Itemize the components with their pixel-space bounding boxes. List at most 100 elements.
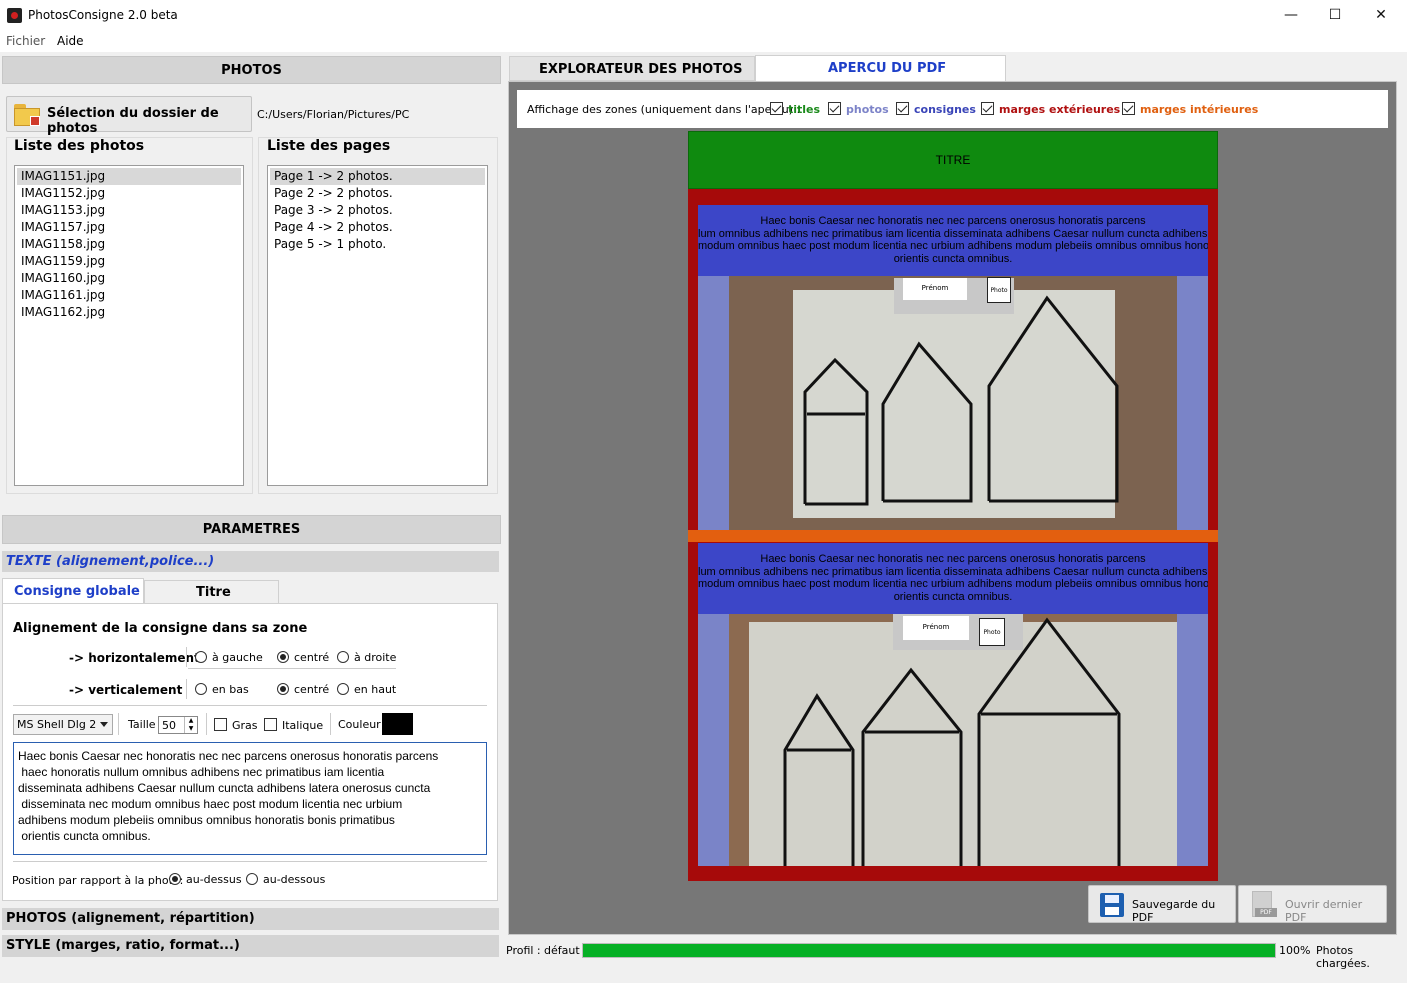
maximize-button[interactable]: ☐ [1312,0,1358,31]
parametres-header: PARAMETRES [2,515,501,544]
open-last-pdf-button[interactable]: PDF Ouvrir dernier PDF [1238,885,1387,924]
name-card: Prénom [903,278,967,300]
font-select-value: MS Shell Dlg 2 [17,718,97,731]
vertical-label: -> verticalement [69,683,183,697]
houses-drawing [803,295,1119,506]
save-pdf-button[interactable]: Sauvegarde du PDF [1088,885,1236,924]
zone-outer-margins-checkbox[interactable]: marges extérieures [981,102,1120,116]
text-line: disseminata nec modum omnibus haec post … [18,797,403,811]
select-folder-label: Sélection du dossier de photos [47,106,219,136]
divider [13,705,487,706]
radio-h-left[interactable]: à gauche [195,651,263,664]
progress-fill [583,944,1275,957]
floppy-disk-icon [1100,893,1124,917]
minimize-button[interactable]: — [1268,0,1314,31]
consigne-zone: Haec bonis Caesar nec honoratis nec nec … [698,543,1208,614]
alignment-title: Alignement de la consigne dans sa zone [13,621,308,636]
photo-card: Photo [987,277,1011,303]
preview-photo-1: Prénom Photo [729,276,1177,530]
text-line: Haec bonis Caesar nec honoratis nec nec … [18,749,439,763]
font-select[interactable]: MS Shell Dlg 2 [13,714,113,735]
list-item[interactable]: IMAG1161.jpg [17,287,241,304]
tab-pdf-preview[interactable]: APERCU DU PDF [755,55,1006,82]
color-label: Couleur [338,718,381,731]
zones-label: Affichage des zones (uniquement dans l'a… [527,103,801,116]
menu-aide[interactable]: Aide [57,34,84,48]
chevron-down-icon [100,722,108,727]
window-title: PhotosConsigne 2.0 beta [28,8,178,22]
color-swatch-button[interactable] [382,713,413,735]
consigne-text-input[interactable]: Haec bonis Caesar nec honoratis nec nec … [13,742,487,855]
progress-text: 100% [1279,944,1311,957]
horizontal-label: -> horizontalement [69,651,200,665]
list-item[interactable]: IMAG1157.jpg [17,219,241,236]
zone-inner-margins-checkbox[interactable]: marges intérieures [1122,102,1258,116]
list-item[interactable]: Page 4 -> 2 photos. [270,219,485,236]
consigne-line: lum omnibus adhibens nec primatibus iam … [698,565,1208,578]
radio-h-right[interactable]: à droite [337,651,396,664]
radio-v-top[interactable]: en haut [337,683,396,696]
status-text: Photos chargées. [1316,944,1370,970]
inner-margin-zone [688,530,1218,542]
open-last-pdf-label: Ouvrir dernier PDF [1285,898,1363,924]
list-item[interactable]: Page 5 -> 1 photo. [270,236,485,253]
italic-checkbox[interactable]: Italique [264,718,323,732]
tab-label: Titre [196,585,231,600]
text-line: orientis cuncta omnibus. [18,829,151,843]
consigne-line: modum omnibus haec post modum licentia n… [698,240,1208,253]
list-item[interactable]: IMAG1151.jpg [17,168,241,185]
radio-above[interactable]: au-dessus [169,873,242,886]
consigne-line: Haec bonis Caesar nec honoratis nec nec … [760,215,1146,227]
menu-fichier[interactable]: Fichier [6,34,45,48]
text-section-header[interactable]: TEXTE (alignement,police...) [2,551,499,572]
pdf-file-icon: PDF [1252,891,1277,917]
tab-consigne-globale[interactable]: Consigne globale [2,578,144,604]
radio-below[interactable]: au-dessous [246,873,325,886]
radio-v-bottom[interactable]: en bas [195,683,249,696]
list-item[interactable]: IMAG1162.jpg [17,304,241,321]
size-spinbox[interactable]: 50 ▲ ▼ [158,716,198,734]
radio-v-center[interactable]: centré [277,683,329,696]
text-line: disseminata adhibens Caesar nullum cunct… [18,781,431,795]
radio-h-center[interactable]: centré [277,651,329,664]
list-item[interactable]: Page 2 -> 2 photos. [270,185,485,202]
name-card: Prénom [903,616,969,640]
tab-explorer[interactable]: EXPLORATEUR DES PHOTOS [509,56,755,81]
divider [13,861,487,862]
pages-list[interactable]: Page 1 -> 2 photos. Page 2 -> 2 photos. … [267,165,488,486]
divider [186,679,187,699]
photos-section-header[interactable]: PHOTOS (alignement, répartition) [2,908,499,930]
zone-consignes-checkbox[interactable]: consignes [896,102,976,116]
progress-bar [582,943,1276,958]
list-item[interactable]: Page 1 -> 2 photos. [270,168,485,185]
tab-label: APERCU DU PDF [828,61,947,76]
title-bar [0,0,1407,31]
list-item[interactable]: IMAG1153.jpg [17,202,241,219]
photos-section-label: PHOTOS (alignement, répartition) [6,911,255,926]
zone-titles-checkbox[interactable]: titles [770,102,820,116]
list-item[interactable]: IMAG1152.jpg [17,185,241,202]
list-item[interactable]: IMAG1158.jpg [17,236,241,253]
list-item[interactable]: IMAG1159.jpg [17,253,241,270]
select-folder-button[interactable]: Sélection du dossier de photos [6,96,252,136]
spin-arrows-icon[interactable]: ▲ ▼ [184,717,197,733]
zone-photos-checkbox[interactable]: photos [828,102,889,116]
close-button[interactable]: ✕ [1358,0,1404,31]
divider [330,713,331,735]
title-zone: TITRE [688,131,1218,189]
photo-card: Photo [979,618,1005,646]
position-label: Position par rapport à la photo: [12,874,184,887]
bold-checkbox[interactable]: Gras [214,718,258,732]
list-item[interactable]: IMAG1160.jpg [17,270,241,287]
profile-label: Profil : [506,944,541,957]
consigne-line: Haec bonis Caesar nec honoratis nec nec … [760,553,1146,565]
size-label: Taille [128,718,156,731]
consigne-line: orientis cuncta omnibus. [893,253,1013,266]
style-section-header[interactable]: STYLE (marges, ratio, format...) [2,935,499,957]
pages-list-title: Liste des pages [267,138,391,154]
photos-list[interactable]: IMAG1151.jpg IMAG1152.jpg IMAG1153.jpg I… [14,165,244,486]
title-zone-text: TITRE [935,153,971,167]
photos-list-title: Liste des photos [14,138,145,154]
list-item[interactable]: Page 3 -> 2 photos. [270,202,485,219]
tab-titre[interactable]: Titre [144,580,279,603]
